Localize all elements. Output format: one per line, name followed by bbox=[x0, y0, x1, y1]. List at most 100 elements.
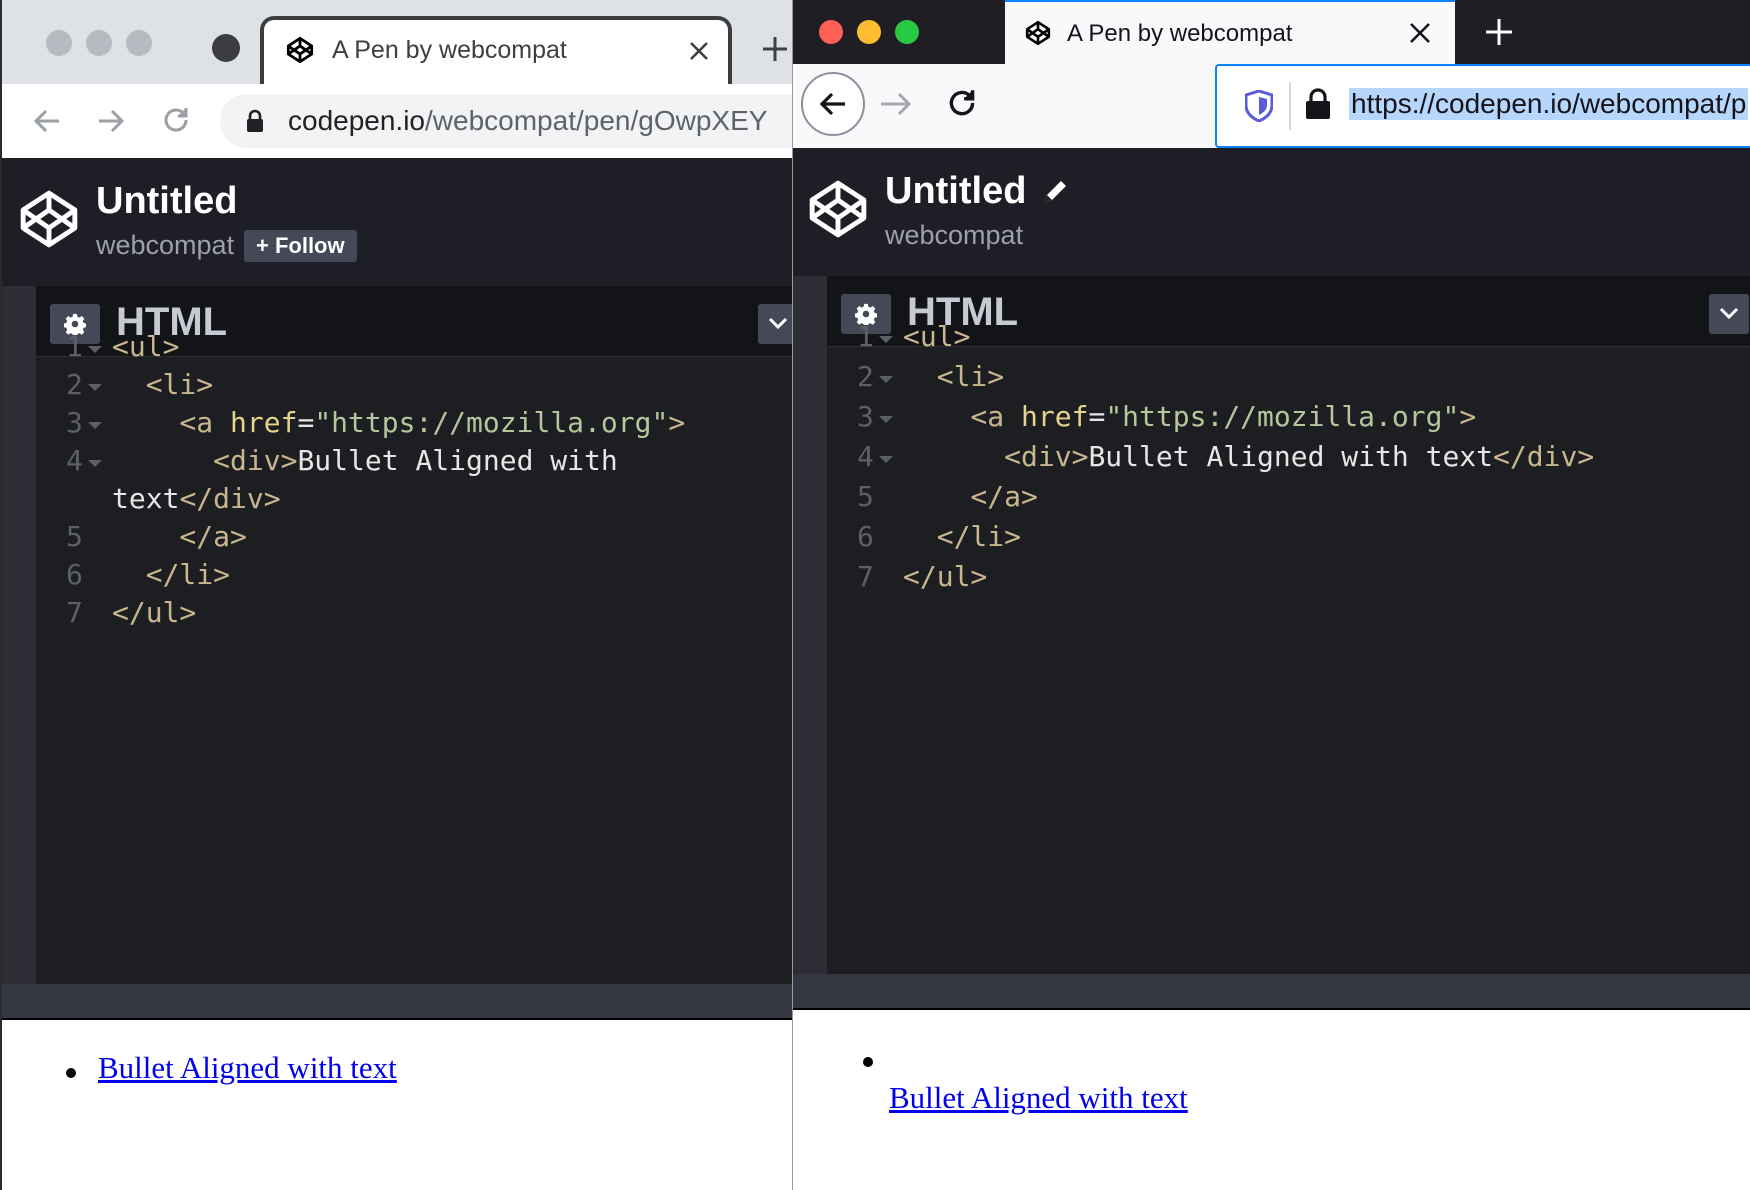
code-token: Bullet Aligned with bbox=[297, 444, 618, 477]
minimize-window-button[interactable] bbox=[86, 30, 112, 56]
code-token: </a> bbox=[112, 520, 247, 553]
code-line: <a href="https://mozilla.org"> bbox=[903, 400, 1476, 433]
new-tab-icon[interactable] bbox=[1485, 18, 1513, 46]
pen-author[interactable]: webcompat bbox=[885, 220, 1023, 251]
code-line: <ul> bbox=[903, 320, 970, 353]
line-number: 2 bbox=[66, 368, 83, 401]
forward-arrow-icon[interactable] bbox=[879, 88, 913, 120]
fold-toggle-icon[interactable] bbox=[88, 422, 102, 429]
minimize-window-button[interactable] bbox=[857, 20, 881, 44]
code-line: <div>Bullet Aligned with text</div> bbox=[903, 440, 1594, 473]
codepen-logo-icon[interactable] bbox=[18, 188, 80, 250]
pen-header: Untitled webcompat bbox=[793, 148, 1750, 276]
editor-options-button[interactable] bbox=[758, 304, 792, 344]
code-line: <li> bbox=[112, 368, 213, 401]
fold-toggle-icon[interactable] bbox=[879, 376, 893, 383]
code-line: text</div> bbox=[112, 482, 281, 515]
close-tab-icon[interactable] bbox=[1409, 22, 1431, 44]
fold-toggle-icon[interactable] bbox=[879, 456, 893, 463]
preview-resizer[interactable] bbox=[793, 974, 1750, 1008]
code-token: </li> bbox=[903, 520, 1022, 553]
codepen-favicon-icon bbox=[286, 36, 314, 64]
url-path: /webcompat/pen/gOwpXEY bbox=[425, 105, 768, 136]
code-token: </li> bbox=[112, 558, 231, 591]
tab-title: A Pen by webcompat bbox=[1067, 20, 1293, 47]
fold-toggle-icon[interactable] bbox=[879, 336, 893, 343]
code-token: <a bbox=[903, 400, 1022, 433]
line-number: 7 bbox=[66, 596, 83, 629]
code-token: </ul> bbox=[903, 560, 988, 593]
line-number: 5 bbox=[857, 480, 874, 513]
preview-resizer[interactable] bbox=[2, 984, 792, 1018]
pencil-icon[interactable] bbox=[1041, 176, 1071, 206]
back-arrow-icon[interactable] bbox=[32, 106, 62, 136]
code-token: > bbox=[668, 406, 686, 439]
reload-icon[interactable] bbox=[945, 86, 979, 120]
code-token: <a bbox=[112, 406, 231, 439]
reload-icon[interactable] bbox=[160, 104, 192, 136]
code-line: </li> bbox=[903, 520, 1021, 553]
pen-title[interactable]: Untitled bbox=[885, 170, 1026, 213]
close-window-button[interactable] bbox=[46, 30, 72, 56]
fold-toggle-icon[interactable] bbox=[88, 384, 102, 391]
line-number: 4 bbox=[857, 440, 874, 473]
close-tab-icon[interactable] bbox=[688, 40, 710, 62]
code-token: </ul> bbox=[112, 596, 197, 629]
tab-title: A Pen by webcompat bbox=[332, 36, 567, 64]
code-token: text bbox=[112, 482, 180, 515]
tab-active[interactable]: A Pen by webcompat bbox=[260, 16, 732, 84]
lock-icon[interactable] bbox=[1305, 88, 1331, 120]
pen-author[interactable]: webcompat bbox=[96, 230, 234, 261]
line-number: 3 bbox=[66, 406, 83, 439]
line-number: 6 bbox=[857, 520, 874, 553]
url-separator bbox=[1289, 82, 1291, 130]
pen-header: Untitled webcompat + Follow bbox=[2, 158, 792, 286]
code-line: </a> bbox=[112, 520, 247, 553]
code-token: <ul> bbox=[112, 330, 180, 363]
follow-button[interactable]: + Follow bbox=[244, 230, 357, 262]
fold-toggle-icon[interactable] bbox=[88, 460, 102, 467]
line-number: 1 bbox=[66, 330, 83, 363]
line-number: 5 bbox=[66, 520, 83, 553]
code-token: <li> bbox=[112, 368, 214, 401]
code-line: </ul> bbox=[903, 560, 987, 593]
back-button[interactable] bbox=[801, 72, 865, 136]
chrome-window: A Pen by webcompat codepen.io/webcompat/… bbox=[0, 0, 792, 1190]
new-tab-icon[interactable] bbox=[762, 36, 788, 62]
maximize-window-button[interactable] bbox=[895, 20, 919, 44]
code-token: </div> bbox=[1493, 440, 1595, 473]
code-token: Bullet Aligned with text bbox=[1088, 440, 1494, 473]
background-tab-indicator[interactable] bbox=[212, 34, 240, 62]
forward-arrow-icon[interactable] bbox=[96, 106, 126, 136]
pen-title[interactable]: Untitled bbox=[96, 180, 237, 223]
url-domain: codepen.io bbox=[288, 105, 426, 136]
fold-toggle-icon[interactable] bbox=[88, 346, 102, 353]
code-line: </a> bbox=[903, 480, 1037, 513]
maximize-window-button[interactable] bbox=[126, 30, 152, 56]
line-number: 1 bbox=[857, 320, 874, 353]
tab-active[interactable]: A Pen by webcompat bbox=[1005, 0, 1455, 64]
tracking-protection-shield-icon[interactable] bbox=[1245, 90, 1273, 122]
firefox-window: A Pen by webcompat https://codepen.io/we… bbox=[792, 0, 1750, 1190]
tab-strip: A Pen by webcompat bbox=[2, 0, 792, 84]
line-number: 3 bbox=[857, 400, 874, 433]
close-window-button[interactable] bbox=[819, 20, 843, 44]
fold-toggle-icon[interactable] bbox=[879, 416, 893, 423]
address-bar[interactable]: codepen.io/webcompat/pen/gOwpXEY bbox=[220, 94, 792, 148]
list-bullet bbox=[66, 1068, 76, 1078]
line-number: 2 bbox=[857, 360, 874, 393]
preview-link[interactable]: Bullet Aligned with text bbox=[889, 1080, 1188, 1116]
code-token: <li> bbox=[903, 360, 1005, 393]
address-bar[interactable]: https://codepen.io/webcompat/p bbox=[1215, 64, 1750, 148]
code-line: <div>Bullet Aligned with bbox=[112, 444, 618, 477]
code-token: <div> bbox=[903, 440, 1089, 473]
editor-options-button[interactable] bbox=[1709, 294, 1749, 334]
chevron-down-icon bbox=[768, 316, 788, 330]
code-line: <li> bbox=[903, 360, 1004, 393]
line-number: 6 bbox=[66, 558, 83, 591]
codepen-logo-icon[interactable] bbox=[807, 178, 869, 240]
preview-link[interactable]: Bullet Aligned with text bbox=[98, 1050, 397, 1086]
code-line: </ul> bbox=[112, 596, 196, 629]
tab-strip: A Pen by webcompat bbox=[793, 0, 1750, 64]
chevron-down-icon bbox=[1719, 306, 1739, 320]
